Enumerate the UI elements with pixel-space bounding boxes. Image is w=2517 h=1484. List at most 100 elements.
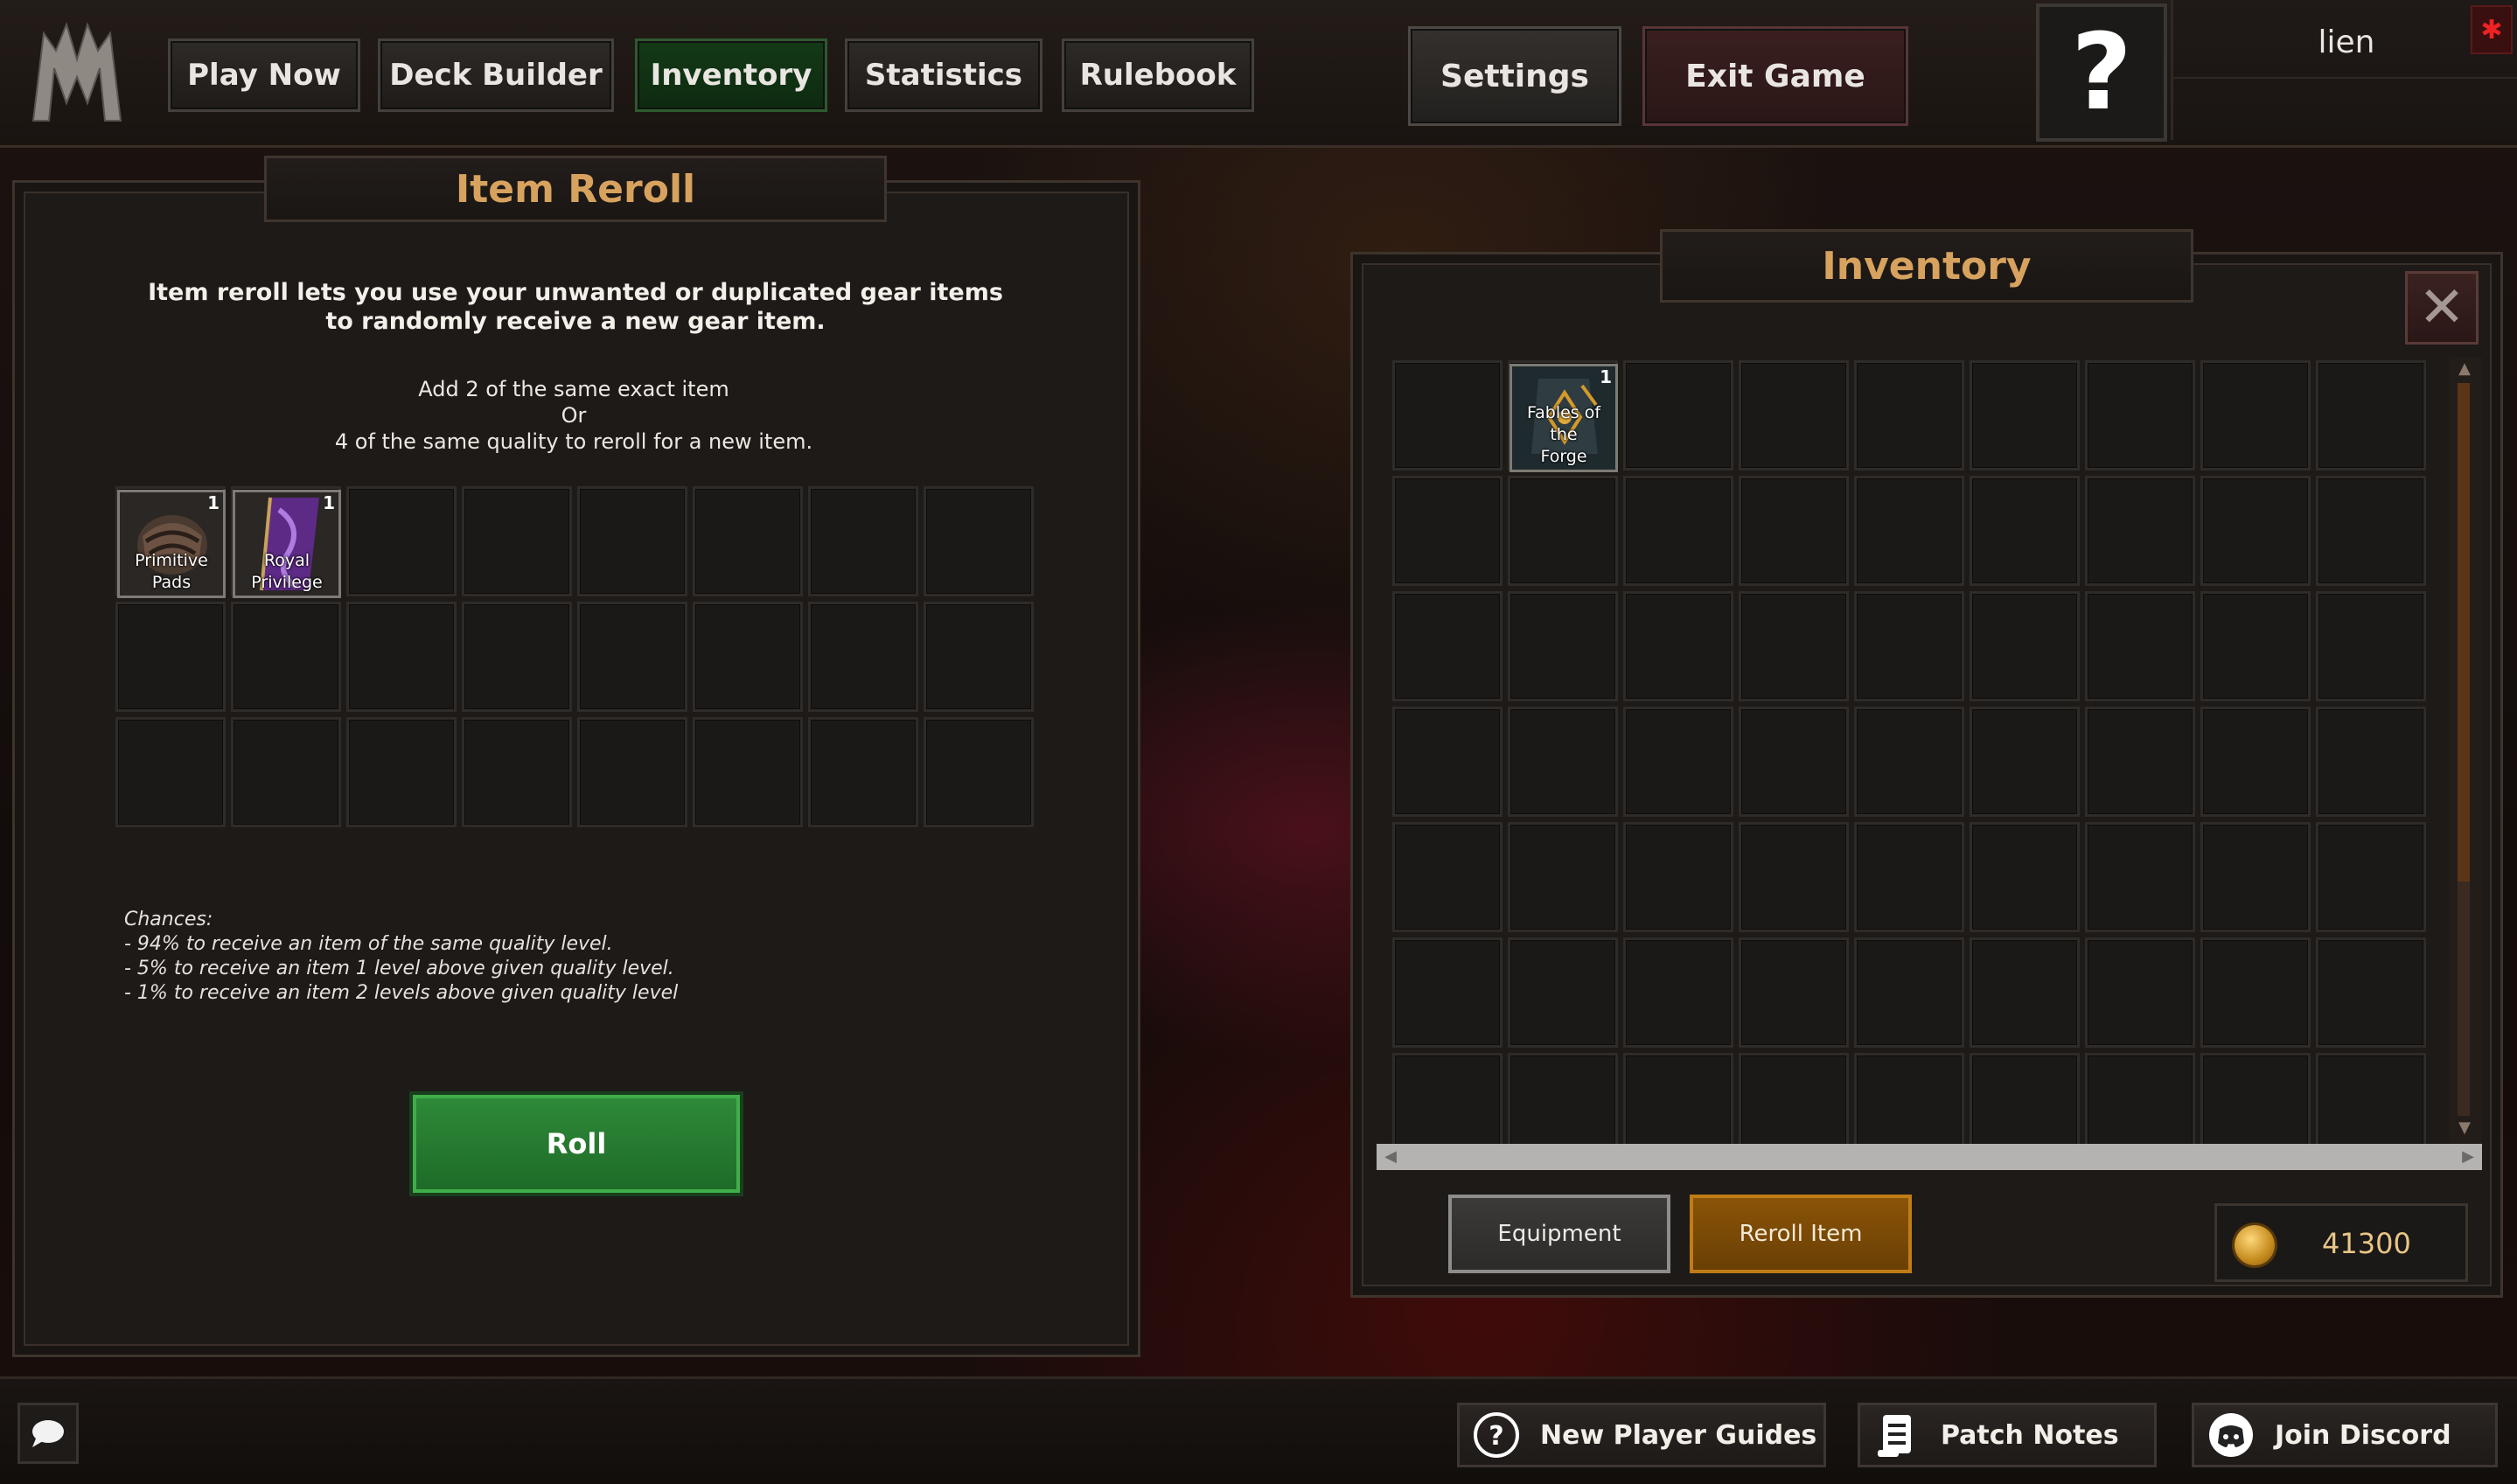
inventory-slot[interactable]	[1970, 937, 2080, 1048]
inventory-slot[interactable]	[2200, 476, 2311, 586]
reroll-slot[interactable]	[346, 602, 457, 712]
inventory-slot[interactable]	[1508, 707, 1618, 817]
reroll-slot[interactable]	[924, 717, 1034, 827]
reroll-slot[interactable]	[231, 717, 341, 827]
scroll-right-icon[interactable]: ▶	[2458, 1146, 2479, 1167]
reroll-slot[interactable]	[346, 717, 457, 827]
statistics-button[interactable]: Statistics	[845, 38, 1042, 112]
inventory-slot[interactable]	[1970, 591, 2080, 701]
inventory-slot[interactable]	[1854, 707, 1964, 817]
inventory-slot[interactable]	[1508, 822, 1618, 932]
reroll-slot[interactable]	[462, 486, 572, 596]
inventory-slot[interactable]	[1739, 360, 1849, 470]
game-logo[interactable]	[24, 16, 129, 128]
inventory-slot[interactable]	[1508, 591, 1618, 701]
inventory-slot[interactable]	[2085, 591, 2195, 701]
inventory-slot[interactable]	[1623, 707, 1733, 817]
inventory-slot[interactable]	[2316, 707, 2426, 817]
inventory-slot[interactable]	[1970, 707, 2080, 817]
reroll-slot[interactable]	[462, 717, 572, 827]
inventory-nav-button[interactable]: Inventory	[635, 38, 827, 112]
inventory-slot[interactable]	[1392, 360, 1503, 470]
rulebook-button[interactable]: Rulebook	[1062, 38, 1254, 112]
inventory-slot[interactable]	[1970, 476, 2080, 586]
inventory-slot[interactable]	[2200, 937, 2311, 1048]
deck-builder-button[interactable]: Deck Builder	[378, 38, 614, 112]
inventory-slot[interactable]	[2085, 937, 2195, 1048]
join-discord-button[interactable]: Join Discord	[2192, 1403, 2498, 1467]
reroll-item-primitive-pads[interactable]: 1 Primitive Pads	[117, 490, 226, 598]
inventory-slot[interactable]	[2085, 822, 2195, 932]
inventory-vertical-scrollbar[interactable]: ▲ ▼	[2449, 357, 2482, 1144]
reroll-item-royal-privilege[interactable]: 1 Royal Privilege	[233, 490, 341, 598]
reroll-slot[interactable]	[808, 486, 918, 596]
inventory-slot[interactable]	[1739, 476, 1849, 586]
equipment-tab-button[interactable]: Equipment	[1448, 1195, 1670, 1273]
reroll-item-tab-button[interactable]: Reroll Item	[1690, 1195, 1912, 1273]
inventory-slot[interactable]	[1623, 476, 1733, 586]
inventory-slot[interactable]	[2085, 707, 2195, 817]
inventory-slot[interactable]	[2200, 591, 2311, 701]
scroll-down-icon[interactable]: ▼	[2454, 1118, 2475, 1139]
reroll-slot[interactable]	[577, 602, 687, 712]
inventory-slot[interactable]	[1392, 822, 1503, 932]
inventory-slot[interactable]	[1854, 360, 1964, 470]
inventory-slot[interactable]	[1623, 591, 1733, 701]
settings-button[interactable]: Settings	[1408, 26, 1621, 126]
reroll-slot[interactable]	[462, 602, 572, 712]
inventory-horizontal-scrollbar[interactable]: ◀ ▶	[1377, 1144, 2482, 1170]
inventory-slot[interactable]	[1739, 937, 1849, 1048]
inventory-slot[interactable]	[2200, 822, 2311, 932]
scroll-up-icon[interactable]: ▲	[2454, 359, 2475, 380]
inventory-slot[interactable]	[2200, 707, 2311, 817]
inventory-slot[interactable]	[1392, 476, 1503, 586]
reroll-slot[interactable]	[808, 602, 918, 712]
patch-notes-button[interactable]: Patch Notes	[1858, 1403, 2157, 1467]
inventory-slot[interactable]	[1854, 822, 1964, 932]
scroll-thumb[interactable]	[2458, 383, 2470, 881]
reroll-slot[interactable]	[115, 602, 226, 712]
reroll-slot[interactable]	[924, 486, 1034, 596]
reroll-slot[interactable]	[693, 602, 803, 712]
inventory-slot[interactable]	[1508, 937, 1618, 1048]
reroll-slot[interactable]	[115, 717, 226, 827]
bug-report-icon[interactable]: ✱	[2471, 5, 2513, 54]
new-player-guides-button[interactable]: ? New Player Guides	[1457, 1403, 1826, 1467]
reroll-slot[interactable]	[808, 717, 918, 827]
inventory-slot[interactable]	[2316, 591, 2426, 701]
inventory-slot[interactable]	[2316, 822, 2426, 932]
reroll-slot[interactable]	[693, 486, 803, 596]
inventory-slot[interactable]	[1623, 937, 1733, 1048]
inventory-slot[interactable]	[1739, 591, 1849, 701]
reroll-slot[interactable]	[231, 602, 341, 712]
inventory-slot[interactable]	[1854, 476, 1964, 586]
roll-button[interactable]: Roll	[409, 1091, 743, 1196]
inventory-slot[interactable]	[1508, 476, 1618, 586]
exit-game-button[interactable]: Exit Game	[1642, 26, 1908, 126]
reroll-slot[interactable]	[924, 602, 1034, 712]
reroll-slot[interactable]	[577, 486, 687, 596]
close-icon[interactable]: ✕	[2405, 271, 2479, 345]
inventory-slot[interactable]	[1970, 360, 2080, 470]
inventory-slot[interactable]	[1623, 360, 1733, 470]
inventory-slot[interactable]	[2316, 937, 2426, 1048]
reroll-slot[interactable]	[346, 486, 457, 596]
help-button[interactable]: ?	[2036, 3, 2167, 142]
scroll-left-icon[interactable]: ◀	[1380, 1146, 1401, 1167]
inventory-slot[interactable]	[1392, 707, 1503, 817]
inventory-slot[interactable]	[2085, 476, 2195, 586]
reroll-slot[interactable]	[577, 717, 687, 827]
inventory-item-fables-of-the-forge[interactable]: 1 Fables of the Forge	[1510, 364, 1618, 472]
inventory-slot[interactable]	[1392, 591, 1503, 701]
chat-button[interactable]	[17, 1403, 79, 1464]
inventory-slot[interactable]	[1854, 937, 1964, 1048]
inventory-slot[interactable]	[1392, 937, 1503, 1048]
play-now-button[interactable]: Play Now	[168, 38, 360, 112]
inventory-slot[interactable]	[1970, 822, 2080, 932]
inventory-slot[interactable]	[2200, 360, 2311, 470]
reroll-slot[interactable]	[693, 717, 803, 827]
inventory-slot[interactable]	[1854, 591, 1964, 701]
inventory-slot[interactable]	[2316, 360, 2426, 470]
inventory-slot[interactable]	[2085, 360, 2195, 470]
inventory-slot[interactable]	[1739, 707, 1849, 817]
